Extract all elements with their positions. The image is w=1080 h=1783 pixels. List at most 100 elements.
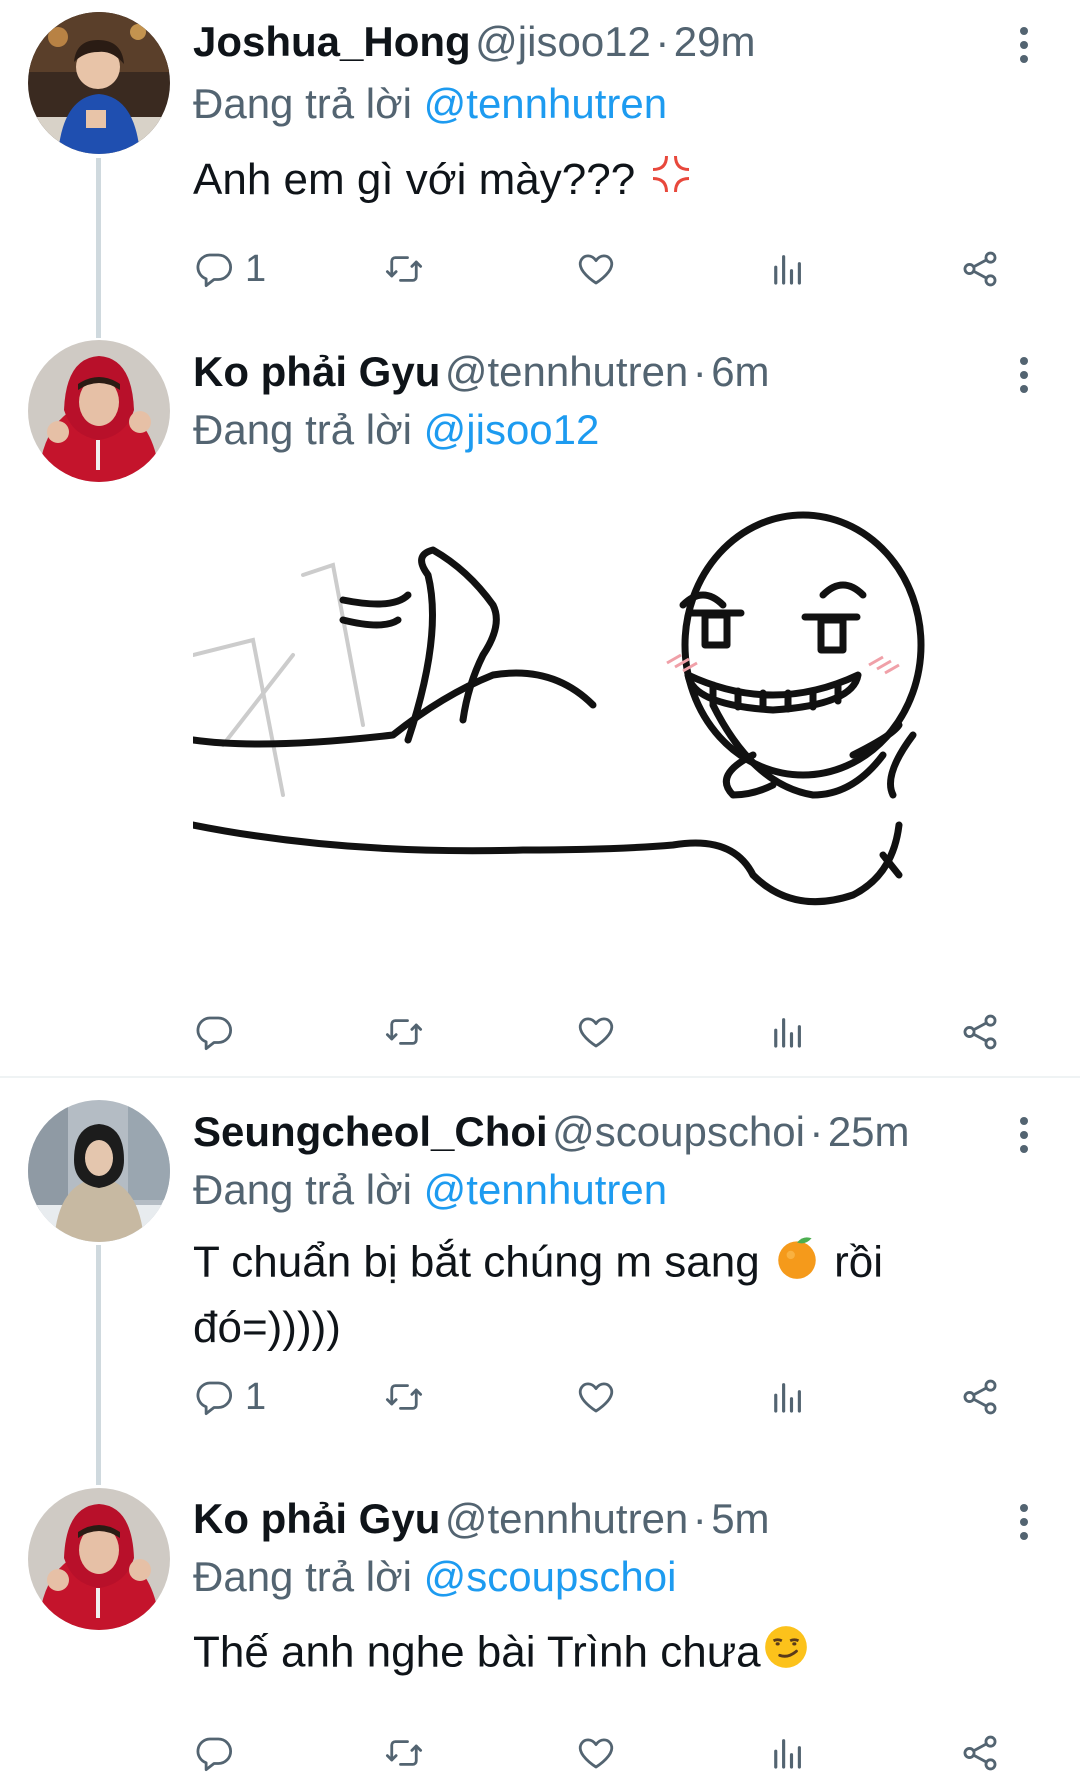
more-options-icon[interactable] <box>1004 350 1044 400</box>
timestamp[interactable]: 6m <box>711 348 769 395</box>
handle[interactable]: @jisoo12 <box>475 18 651 65</box>
tweet-header: Ko phải Gyu @tennhutren · 6m <box>193 348 1010 398</box>
avatar[interactable] <box>28 12 170 154</box>
retweet-button[interactable] <box>383 1007 425 1057</box>
like-button[interactable] <box>575 244 617 294</box>
action-bar <box>193 1007 1023 1057</box>
views-icon <box>767 1376 809 1418</box>
handle[interactable]: @tennhutren <box>445 1495 688 1542</box>
reply-context: Đang trả lời @tennhutren <box>193 80 667 128</box>
display-name[interactable]: Joshua_Hong <box>193 18 471 65</box>
retweet-button[interactable] <box>383 244 425 294</box>
reply-button[interactable]: 1 <box>193 1372 266 1422</box>
more-options-icon[interactable] <box>1004 20 1044 70</box>
retweet-button[interactable] <box>383 1728 425 1778</box>
like-button[interactable] <box>575 1728 617 1778</box>
share-icon <box>959 1732 1001 1774</box>
views-icon <box>767 1011 809 1053</box>
tweet-divider <box>0 1076 1080 1078</box>
separator: · <box>692 348 707 395</box>
smirking-face-icon <box>761 1622 811 1688</box>
more-options-icon[interactable] <box>1004 1110 1044 1160</box>
handle[interactable]: @tennhutren <box>445 348 688 395</box>
reply-button[interactable]: 1 <box>193 244 266 294</box>
like-button[interactable] <box>575 1007 617 1057</box>
handle[interactable]: @scoupschoi <box>552 1108 805 1155</box>
action-bar: 1 <box>193 244 1023 294</box>
reply-context: Đang trả lời @scoupschoi <box>193 1553 676 1601</box>
reply-icon <box>193 1732 235 1774</box>
timestamp[interactable]: 5m <box>711 1495 769 1542</box>
views-icon <box>767 1732 809 1774</box>
views-button[interactable] <box>767 1728 809 1778</box>
tweet-image[interactable] <box>189 495 999 975</box>
reply-button[interactable] <box>193 1728 245 1778</box>
reply-icon <box>193 248 235 290</box>
tangerine-icon <box>772 1232 822 1298</box>
tweet-text-content: rồi <box>834 1237 884 1287</box>
tweet-text-content: đó=))))) <box>193 1303 341 1352</box>
share-button[interactable] <box>959 1007 1001 1057</box>
tweet-1[interactable]: Joshua_Hong @jisoo12 · 29m Đang trả lời … <box>0 0 1080 338</box>
tweet-text: Anh em gì với mày??? <box>193 150 1000 214</box>
views-button[interactable] <box>767 1007 809 1057</box>
retweet-icon <box>383 248 425 290</box>
separator: · <box>809 1108 824 1155</box>
reply-prefix: Đang trả lời <box>193 1553 412 1600</box>
tweet-text-content: Anh em gì với mày??? <box>193 155 636 204</box>
anger-symbol-icon <box>647 150 695 214</box>
share-button[interactable] <box>959 1372 1001 1422</box>
share-icon <box>959 1011 1001 1053</box>
tweet-2[interactable]: Ko phải Gyu @tennhutren · 6m Đang trả lờ… <box>0 330 1080 1075</box>
retweet-button[interactable] <box>383 1372 425 1422</box>
views-button[interactable] <box>767 244 809 294</box>
reply-count: 1 <box>245 1375 267 1418</box>
reply-context: Đang trả lời @tennhutren <box>193 1166 667 1214</box>
tweet-4[interactable]: Ko phải Gyu @tennhutren · 5m Đang trả lờ… <box>0 1480 1080 1783</box>
display-name[interactable]: Ko phải Gyu <box>193 1495 440 1542</box>
retweet-icon <box>383 1376 425 1418</box>
avatar[interactable] <box>28 340 170 482</box>
reply-prefix: Đang trả lời <box>193 1166 412 1213</box>
views-icon <box>767 248 809 290</box>
tweet-text: T chuẩn bị bắt chúng m sang rồi đó=))))) <box>193 1232 1000 1358</box>
like-button[interactable] <box>575 1372 617 1422</box>
views-button[interactable] <box>767 1372 809 1422</box>
action-bar <box>193 1728 1023 1778</box>
mention-link[interactable]: @jisoo12 <box>424 406 600 453</box>
display-name[interactable]: Ko phải Gyu <box>193 348 440 395</box>
reply-icon <box>193 1376 235 1418</box>
thread-line <box>96 1245 101 1485</box>
avatar[interactable] <box>28 1100 170 1242</box>
tweet-text-content: T chuẩn bị bắt chúng m sang <box>193 1237 760 1287</box>
mention-link[interactable]: @tennhutren <box>424 80 667 127</box>
reply-prefix: Đang trả lời <box>193 80 412 127</box>
retweet-icon <box>383 1732 425 1774</box>
mention-link[interactable]: @tennhutren <box>424 1166 667 1213</box>
reply-button[interactable] <box>193 1007 245 1057</box>
tweet-header: Seungcheol_Choi @scoupschoi · 25m <box>193 1108 1010 1158</box>
tweet-header: Joshua_Hong @jisoo12 · 29m <box>193 18 1010 68</box>
separator: · <box>655 18 670 65</box>
heart-icon <box>575 1376 617 1418</box>
tweet-3[interactable]: Seungcheol_Choi @scoupschoi · 25m Đang t… <box>0 1090 1080 1490</box>
retweet-icon <box>383 1011 425 1053</box>
share-button[interactable] <box>959 244 1001 294</box>
reply-icon <box>193 1011 235 1053</box>
avatar[interactable] <box>28 1488 170 1630</box>
reply-prefix: Đang trả lời <box>193 406 412 453</box>
heart-icon <box>575 248 617 290</box>
share-icon <box>959 248 1001 290</box>
timestamp[interactable]: 25m <box>828 1108 910 1155</box>
separator: · <box>692 1495 707 1542</box>
timestamp[interactable]: 29m <box>674 18 756 65</box>
display-name[interactable]: Seungcheol_Choi <box>193 1108 548 1155</box>
more-options-icon[interactable] <box>1004 1497 1044 1547</box>
share-icon <box>959 1376 1001 1418</box>
share-button[interactable] <box>959 1728 1001 1778</box>
mention-link[interactable]: @scoupschoi <box>424 1553 677 1600</box>
tweet-text-content: Thế anh nghe bài Trình chưa <box>193 1627 761 1677</box>
heart-icon <box>575 1732 617 1774</box>
tweet-header: Ko phải Gyu @tennhutren · 5m <box>193 1495 1010 1545</box>
tweet-text: Thế anh nghe bài Trình chưa <box>193 1622 1000 1688</box>
